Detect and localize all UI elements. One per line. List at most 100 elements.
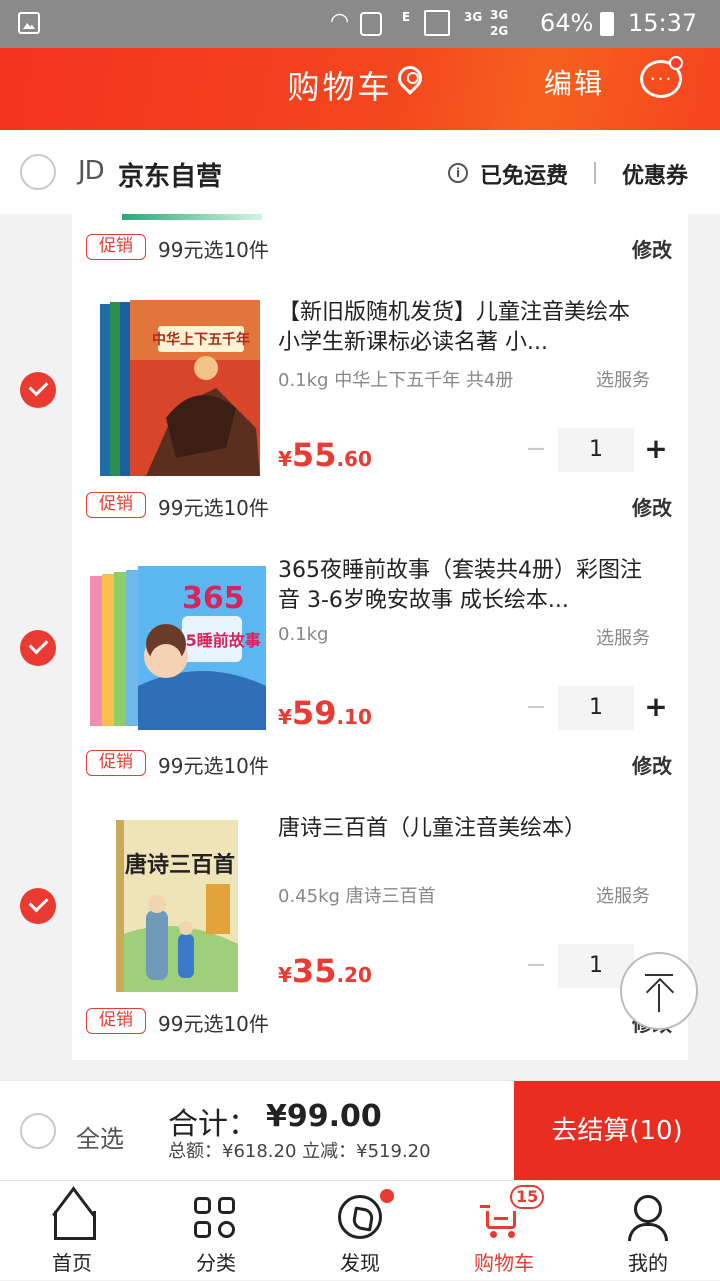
nav-home[interactable]: 首页 — [0, 1181, 144, 1281]
info-icon[interactable]: i — [448, 163, 468, 183]
quantity-input[interactable]: 1 — [558, 428, 634, 472]
previous-item-image-edge — [122, 214, 262, 220]
jd-logo: JD — [78, 156, 105, 186]
item-checkbox[interactable] — [20, 630, 56, 666]
promo-row: 促销 99元选10件 修改 — [72, 228, 688, 268]
nav-label: 发现 — [340, 1251, 380, 1275]
cart-count-badge: 15 — [510, 1185, 545, 1209]
promo-tag: 促销 — [86, 234, 146, 260]
profile-icon — [628, 1195, 668, 1241]
promo-tag: 促销 — [86, 750, 146, 776]
product-image[interactable]: 唐诗三百首 — [86, 814, 270, 998]
product-image[interactable]: 365 365睡前故事 — [86, 556, 270, 740]
shop-select-radio[interactable] — [20, 154, 56, 190]
cover-number: 365 — [182, 581, 245, 616]
decrease-button[interactable]: − — [524, 694, 548, 720]
nav-cart[interactable]: 购物车 — [432, 1181, 576, 1281]
product-spec[interactable]: 0.1kg 中华上下五千年 共4册 — [278, 366, 513, 392]
wifi-icon: ◠ — [330, 9, 350, 34]
book-cover-history: 中华上下五千年 — [100, 300, 260, 476]
product-title[interactable]: 唐诗三百首（儿童注音美绘本） — [278, 814, 658, 874]
quantity-input[interactable]: 1 — [558, 686, 634, 730]
product-spec[interactable]: 0.45kg 唐诗三百首 — [278, 882, 436, 908]
message-badge — [669, 56, 683, 70]
total-value: ¥99.00 — [266, 1099, 382, 1134]
promo-tag: 促销 — [86, 1008, 146, 1034]
nav-label: 首页 — [52, 1251, 92, 1275]
promo-text: 99元选10件 — [158, 238, 269, 262]
product-title[interactable]: 【新旧版随机发货】儿童注音美绘本 小学生新课标必读名著 小... — [278, 298, 658, 358]
promo-text: 99元选10件 — [158, 1012, 269, 1036]
promo-tag: 促销 — [86, 492, 146, 518]
home-icon — [50, 1197, 96, 1240]
select-service-button[interactable]: 选服务 — [596, 366, 650, 392]
status-bar: ◠ E 3G 3G 2G 64% 15:37 — [0, 0, 720, 48]
battery-icon — [600, 12, 614, 36]
nav-category[interactable]: 分类 — [144, 1181, 288, 1281]
product-title[interactable]: 365夜睡前故事（套装共4册）彩图注音 3-6岁晚安故事 成长绘本... — [278, 556, 658, 616]
coupon-button[interactable]: 优惠券 — [622, 158, 688, 190]
promo-row: 促销 99元选10件 修改 — [72, 1002, 688, 1042]
gallery-icon — [18, 12, 40, 34]
product-spec[interactable]: 0.1kg — [278, 624, 328, 645]
checkout-bar: 全选 合计： ¥99.00 总额：¥618.20 立减：¥519.20 去结算(… — [0, 1080, 720, 1181]
nav-label: 购物车 — [474, 1251, 534, 1275]
network-3g-2: 3G — [490, 8, 509, 22]
book-cover-bedtime: 365 365睡前故事 — [90, 566, 266, 730]
promo-row: 促销 99元选10件 修改 — [72, 486, 688, 526]
select-all-radio[interactable] — [20, 1113, 56, 1149]
nav-discover[interactable]: 发现 — [288, 1181, 432, 1281]
product-price: ¥35.20 — [278, 952, 372, 990]
promo-edit-button[interactable]: 修改 — [632, 234, 672, 263]
message-dots: ··· — [650, 69, 674, 90]
category-icon — [194, 1197, 238, 1241]
discover-icon — [338, 1195, 382, 1239]
nav-label: 分类 — [196, 1251, 236, 1275]
product-price: ¥55.60 — [278, 436, 372, 474]
increase-button[interactable]: + — [644, 692, 668, 722]
nav-profile[interactable]: 我的 — [576, 1181, 720, 1281]
product-price: ¥59.10 — [278, 694, 372, 732]
app-header: 购物车 编辑 ··· — [0, 48, 720, 130]
battery-percent: 64% — [540, 9, 594, 37]
back-to-top-button[interactable] — [620, 952, 698, 1030]
signal-icon — [424, 10, 450, 36]
shop-name[interactable]: 京东自营 — [118, 156, 222, 193]
book-cover-tang-poems: 唐诗三百首 — [116, 820, 238, 992]
svg-text:中华上下五千年: 中华上下五千年 — [152, 331, 250, 348]
quantity-stepper: − 1 + — [520, 686, 670, 730]
arrow-up-icon — [658, 984, 660, 1012]
promo-edit-button[interactable]: 修改 — [632, 750, 672, 779]
checkout-button[interactable]: 去结算(10) — [514, 1081, 720, 1181]
nav-label: 我的 — [628, 1251, 668, 1275]
svg-text:唐诗三百首: 唐诗三百首 — [125, 852, 235, 878]
promo-row: 促销 99元选10件 修改 — [72, 744, 688, 784]
product-image[interactable]: 中华上下五千年 — [86, 298, 270, 482]
bottom-nav: 首页 分类 发现 购物车 15 我的 — [0, 1180, 720, 1280]
phone-icon — [360, 12, 382, 36]
increase-button[interactable]: + — [644, 434, 668, 464]
promo-text: 99元选10件 — [158, 496, 269, 520]
network-3g: 3G — [464, 10, 483, 24]
network-e: E — [402, 10, 411, 24]
total-breakdown: 总额：¥618.20 立减：¥519.20 — [168, 1141, 431, 1162]
network-2g: 2G — [490, 24, 509, 38]
shipping-status[interactable]: 已免运费 — [480, 158, 568, 190]
page-title: 购物车 — [287, 68, 393, 106]
item-checkbox[interactable] — [20, 372, 56, 408]
select-service-button[interactable]: 选服务 — [596, 624, 650, 650]
edit-button[interactable]: 编辑 — [544, 62, 604, 102]
discover-badge-dot — [380, 1189, 394, 1203]
divider — [594, 162, 596, 184]
select-all-label[interactable]: 全选 — [76, 1119, 124, 1154]
decrease-button[interactable]: − — [524, 436, 548, 462]
item-checkbox[interactable] — [20, 888, 56, 924]
quantity-stepper: − 1 + — [520, 428, 670, 472]
cart-list[interactable]: 促销 99元选10件 修改 中华上下五千年 【新旧版随机发货】儿童注音美绘本 小… — [0, 214, 720, 1060]
select-service-button[interactable]: 选服务 — [596, 882, 650, 908]
promo-edit-button[interactable]: 修改 — [632, 492, 672, 521]
decrease-button[interactable]: − — [524, 952, 548, 978]
shop-header: JD 京东自营 i 已免运费 优惠券 — [0, 130, 720, 214]
promo-text: 99元选10件 — [158, 754, 269, 778]
clock: 15:37 — [628, 9, 698, 37]
